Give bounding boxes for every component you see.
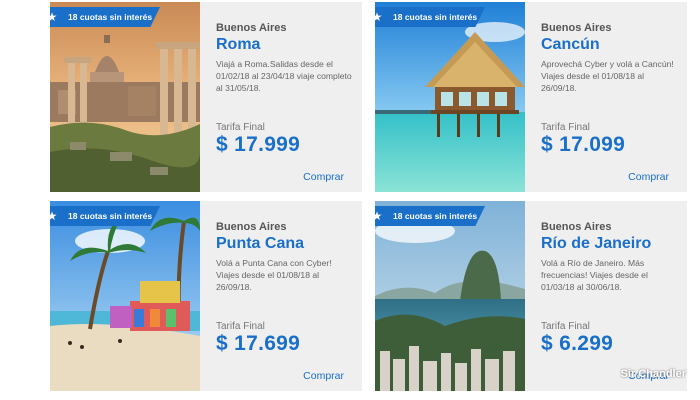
origin-city: Buenos Aires (541, 221, 612, 233)
destination-title[interactable]: Roma (216, 36, 260, 54)
buy-link[interactable]: Comprar (303, 370, 344, 382)
offer-price: $ 17.999 (216, 133, 301, 156)
installments-badge: 18 cuotas sin interés (50, 7, 160, 27)
star-icon: ★ (375, 10, 383, 24)
destination-photo-rio-de-janeiro[interactable] (375, 201, 525, 391)
star-icon: ★ (50, 209, 58, 223)
destination-photo-punta-cana[interactable] (50, 201, 200, 391)
destination-title[interactable]: Cancún (541, 36, 600, 54)
offer-description: Viajá a Roma.Salidas desde el 01/02/18 a… (216, 59, 352, 93)
offer-card-cancun[interactable]: ★ 18 cuotas sin interés Buenos Aires Can… (375, 2, 687, 192)
offer-price: $ 6.299 (541, 332, 614, 355)
offer-description: Aprovechá Cyber y volá a Cancún! Viajes … (541, 59, 674, 93)
offer-info: Buenos Aires Punta Cana Volá a Punta Can… (216, 201, 356, 391)
origin-city: Buenos Aires (216, 22, 287, 34)
offer-description: Volá a Punta Cana con Cyber! Viajes desd… (216, 258, 332, 292)
fare-label: Tarifa Final (216, 122, 265, 133)
installments-badge: 18 cuotas sin interés (375, 206, 485, 226)
star-icon: ★ (50, 10, 58, 24)
watermark: Sir Chandler (620, 368, 686, 380)
offer-description: Volá a Río de Janeiro. Más frecuencias! … (541, 258, 648, 292)
installments-badge: 18 cuotas sin interés (50, 206, 160, 226)
destination-photo-roma[interactable] (50, 2, 200, 192)
fare-label: Tarifa Final (216, 321, 265, 332)
destination-title[interactable]: Punta Cana (216, 235, 304, 253)
offer-card-rio-de-janeiro[interactable]: ★ 18 cuotas sin interés Buenos Aires Río… (375, 201, 687, 391)
destination-photo-cancun[interactable] (375, 2, 525, 192)
buy-link[interactable]: Comprar (303, 171, 344, 183)
origin-city: Buenos Aires (216, 221, 287, 233)
origin-city: Buenos Aires (541, 22, 612, 34)
offer-price: $ 17.699 (216, 332, 301, 355)
destination-title[interactable]: Río de Janeiro (541, 235, 651, 253)
offer-card-punta-cana[interactable]: ★ 18 cuotas sin interés Buenos Aires Pun… (50, 201, 362, 391)
fare-label: Tarifa Final (541, 122, 590, 133)
installments-badge: 18 cuotas sin interés (375, 7, 485, 27)
offer-card-roma[interactable]: ★ 18 cuotas sin interés Buenos Aires Rom… (50, 2, 362, 192)
buy-link[interactable]: Comprar (628, 171, 669, 183)
offer-info: Buenos Aires Cancún Aprovechá Cyber y vo… (541, 2, 681, 192)
offer-info: Buenos Aires Río de Janeiro Volá a Río d… (541, 201, 681, 391)
star-icon: ★ (375, 209, 383, 223)
offer-price: $ 17.099 (541, 133, 626, 156)
fare-label: Tarifa Final (541, 321, 590, 332)
offer-info: Buenos Aires Roma Viajá a Roma.Salidas d… (216, 2, 356, 192)
